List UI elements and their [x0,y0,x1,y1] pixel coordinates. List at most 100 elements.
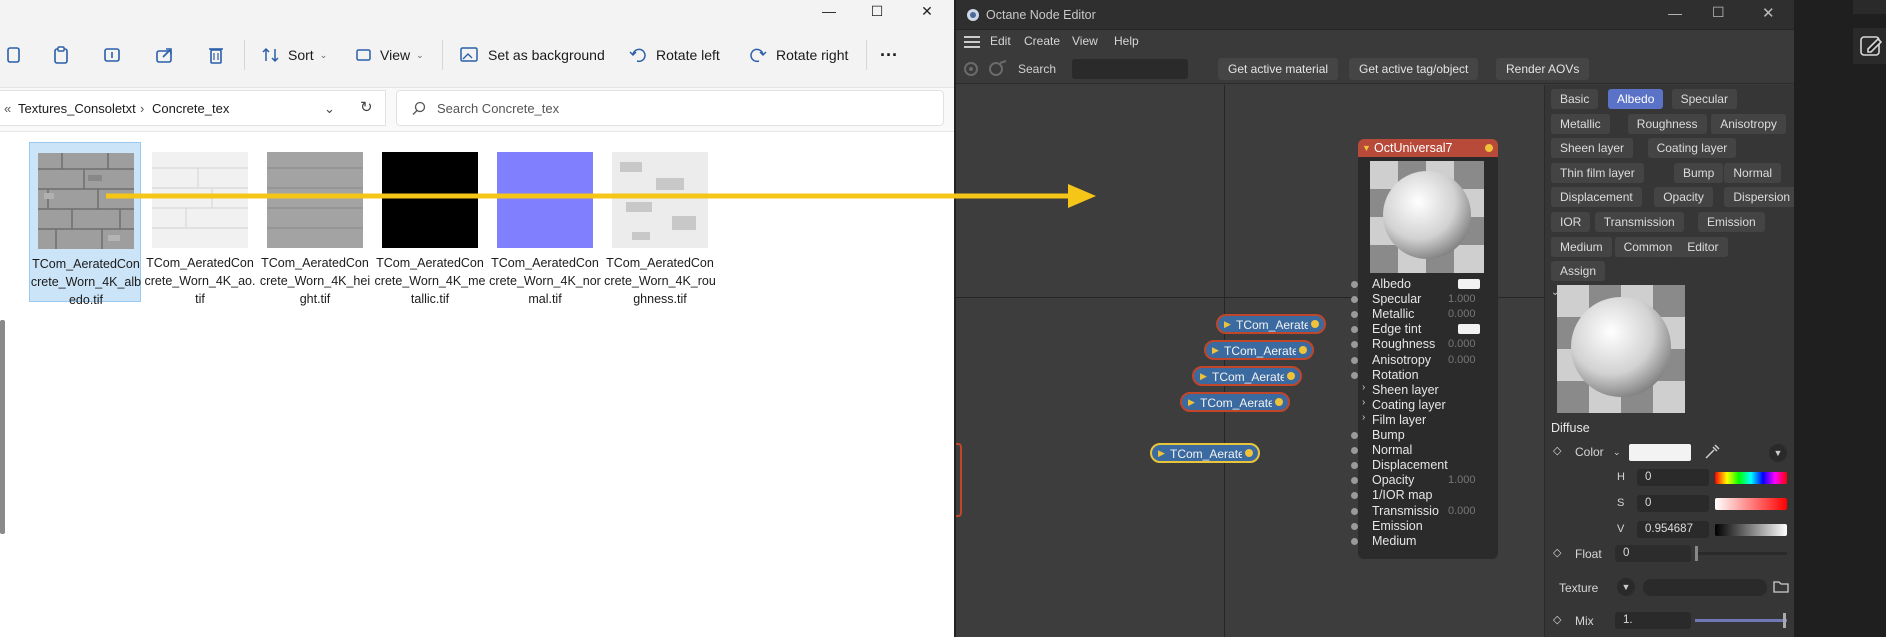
tab-albedo[interactable]: Albedo [1608,89,1664,109]
expand-icon[interactable]: › [1362,412,1365,423]
value-field[interactable]: 0.954687 [1637,521,1709,538]
material-pin-film-layer[interactable]: › Film layer [1358,412,1498,428]
input-pin[interactable] [1351,492,1358,500]
file-item-metallic[interactable]: TCom_AeratedConcrete_Worn_4K_metallic.ti… [374,142,486,306]
pick-tool-icon[interactable] [986,60,1008,78]
material-pin-bump[interactable]: Bump [1351,428,1498,443]
tab-emission[interactable]: Emission [1698,212,1765,232]
tab-anisotropy[interactable]: Anisotropy [1711,113,1786,134]
node-canvas[interactable]: ▶ TCom_Aeratec ▶ TCom_Aeratec ▶ TCom_Aerate… [956,85,1544,637]
tab-opacity[interactable]: Opacity [1654,187,1713,208]
input-pin[interactable] [1351,507,1358,515]
texture-node-selected[interactable]: ▶ TCom_Aeratec [1150,443,1260,463]
input-pin[interactable] [1351,537,1358,545]
sort-button[interactable]: Sort ⌄ [262,42,327,68]
view-button[interactable]: View ⌄ [356,42,424,68]
material-pin-anisotropy[interactable]: Anisotropy 0.000 [1351,353,1498,368]
input-pin[interactable] [1351,341,1358,349]
texture-node[interactable]: ▶ TCom_Aeratec [1216,314,1326,334]
breadcrumb-textures-consoletxt[interactable]: Textures_Consoletxt [18,101,136,116]
folder-icon[interactable] [1773,579,1789,593]
material-pin-edge-tint[interactable]: Edge tint [1351,322,1498,337]
strip-button[interactable] [1853,28,1886,64]
tab-displacement[interactable]: Displacement [1551,187,1642,208]
material-pin-displacement[interactable]: Displacement [1351,458,1498,473]
tab-sheen-layer[interactable]: Sheen layer [1551,138,1634,159]
menu-create[interactable]: Create [1024,34,1060,48]
tab-dispersion[interactable]: Dispersion [1724,187,1800,208]
chevron-down-icon[interactable]: ⌄ [324,101,335,117]
material-pin-rotation[interactable]: Rotation [1351,368,1498,383]
tab-metallic[interactable]: Metallic [1551,113,1610,134]
texture-node[interactable]: ▶ TCom_Aeratec [1192,366,1302,386]
tab-basic[interactable]: Basic [1551,89,1599,109]
file-item-ao[interactable]: TCom_AeratedConcrete_Worn_4K_ao.tif [144,142,256,306]
material-pin-1-ior-map[interactable]: 1/IOR map [1351,488,1498,503]
input-pin[interactable] [1351,356,1358,364]
rotate-left-button[interactable]: Rotate left [628,42,720,68]
material-node-header[interactable]: ▼ OctUniversal7 [1358,139,1498,157]
material-pin-metallic[interactable]: Metallic 0.000 [1351,307,1498,322]
breadcrumb-concrete-tex[interactable]: Concrete_tex [152,101,229,116]
menu-view[interactable]: View [1072,34,1098,48]
keyframe-icon[interactable]: ◇ [1553,444,1561,457]
rotate-right-button[interactable]: Rotate right [748,42,848,68]
texture-slot[interactable] [1643,579,1767,596]
input-pin[interactable] [1351,371,1358,379]
menu-edit[interactable]: Edit [990,34,1011,48]
material-pin-transmissio[interactable]: Transmissio 0.000 [1351,504,1498,519]
maximize-button[interactable]: ☐ [1712,4,1725,21]
tab-transmission[interactable]: Transmission [1594,212,1684,232]
tab-roughness[interactable]: Roughness [1627,113,1707,134]
output-pin[interactable] [1299,346,1307,354]
material-node-octuniversal[interactable]: ▼ OctUniversal7 Albedo Specular 1.000 Metal… [1351,139,1498,559]
address-bar[interactable]: « Textures_Consoletxt › Concrete_tex ⌄ ↻ [0,90,386,126]
tab-assign[interactable]: Assign [1551,261,1606,282]
file-item-albedo[interactable]: TCom_AeratedConcrete_Worn_4K_albedo.tif [29,142,141,307]
minimize-button[interactable]: — [1668,5,1682,21]
keyframe-icon[interactable]: ◇ [1553,613,1561,626]
input-pin[interactable] [1351,447,1358,455]
breadcrumb-overflow[interactable]: « [4,101,11,116]
saturation-field[interactable]: 0 [1637,495,1709,512]
saturation-slider[interactable] [1715,498,1787,510]
maximize-button[interactable]: ☐ [854,0,900,22]
chevron-down-icon[interactable]: ⌄ [1613,447,1621,458]
menu-help[interactable]: Help [1114,34,1139,48]
new-icon[interactable] [0,42,26,68]
get-active-tag-object-button[interactable]: Get active tag/object [1349,58,1479,80]
material-pin-specular[interactable]: Specular 1.000 [1351,292,1498,307]
input-pin[interactable] [1351,326,1358,334]
keyframe-icon[interactable]: ◇ [1553,546,1561,559]
output-pin[interactable] [1275,398,1283,406]
hue-field[interactable]: 0 [1637,469,1709,486]
strip-button[interactable] [1853,0,1886,14]
mix-field[interactable]: 1. [1615,612,1691,629]
tab-thin-film-layer[interactable]: Thin film layer [1551,162,1644,183]
tab-coating-layer[interactable]: Coating layer [1647,138,1737,159]
node-search-input[interactable] [1072,59,1188,79]
mix-slider-handle[interactable] [1783,613,1786,628]
tab-normal[interactable]: Normal [1724,162,1782,183]
refresh-icon[interactable]: ↻ [360,98,373,116]
tab-medium[interactable]: Medium [1551,236,1612,257]
output-pin[interactable] [1287,372,1295,380]
texture-node[interactable]: ▶ TCom_Aeratec [1204,340,1314,360]
hamburger-menu-icon[interactable] [964,36,980,48]
color-options-dropdown[interactable]: ▼ [1769,444,1787,462]
output-pin[interactable] [1485,144,1493,152]
file-item-height[interactable]: TCom_AeratedConcrete_Worn_4K_height.tif [259,142,371,306]
tab-specular[interactable]: Specular [1671,89,1737,109]
input-pin[interactable] [1351,296,1358,304]
tab-editor[interactable]: Editor [1678,236,1728,257]
more-options-button[interactable]: ··· [880,42,898,68]
mix-slider[interactable] [1695,619,1787,622]
input-pin[interactable] [1351,281,1358,288]
material-pin-emission[interactable]: Emission [1351,519,1498,534]
file-item-roughness[interactable]: TCom_AeratedConcrete_Worn_4K_roughness.t… [604,142,716,306]
material-pin-sheen-layer[interactable]: › Sheen layer [1358,382,1498,398]
tab-common[interactable]: Common [1614,236,1682,257]
rename-icon[interactable] [100,42,126,68]
close-button[interactable]: ✕ [1762,4,1775,22]
eyedropper-icon[interactable] [1703,443,1721,461]
